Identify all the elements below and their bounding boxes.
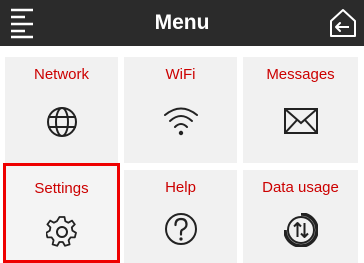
- settings-label: Settings: [34, 180, 89, 197]
- help-label: Help: [165, 179, 196, 196]
- wifi-label: WiFi: [165, 66, 196, 83]
- messages-label: Messages: [266, 66, 335, 83]
- page-title: Menu: [154, 11, 210, 34]
- header-bar: Menu: [0, 0, 364, 46]
- network-tile[interactable]: Network: [5, 57, 118, 163]
- globe-icon: [46, 107, 77, 137]
- wifi-icon: [163, 107, 198, 136]
- wifi-tile[interactable]: WiFi: [124, 57, 237, 163]
- envelope-icon: [283, 108, 318, 134]
- data-usage-tile[interactable]: Data usage: [243, 170, 358, 263]
- network-label: Network: [33, 66, 89, 83]
- help-tile[interactable]: Help: [124, 170, 237, 263]
- settings-tile[interactable]: Settings: [3, 163, 120, 263]
- home-back-icon[interactable]: [327, 7, 359, 39]
- menu-grid: Network WiFi Messages Settings Help Data…: [0, 46, 364, 263]
- gear-icon: [45, 216, 77, 247]
- question-circle-icon: [164, 213, 197, 245]
- data-usage-icon: [283, 213, 318, 247]
- messages-tile[interactable]: Messages: [243, 57, 358, 163]
- data-usage-label: Data usage: [262, 179, 339, 196]
